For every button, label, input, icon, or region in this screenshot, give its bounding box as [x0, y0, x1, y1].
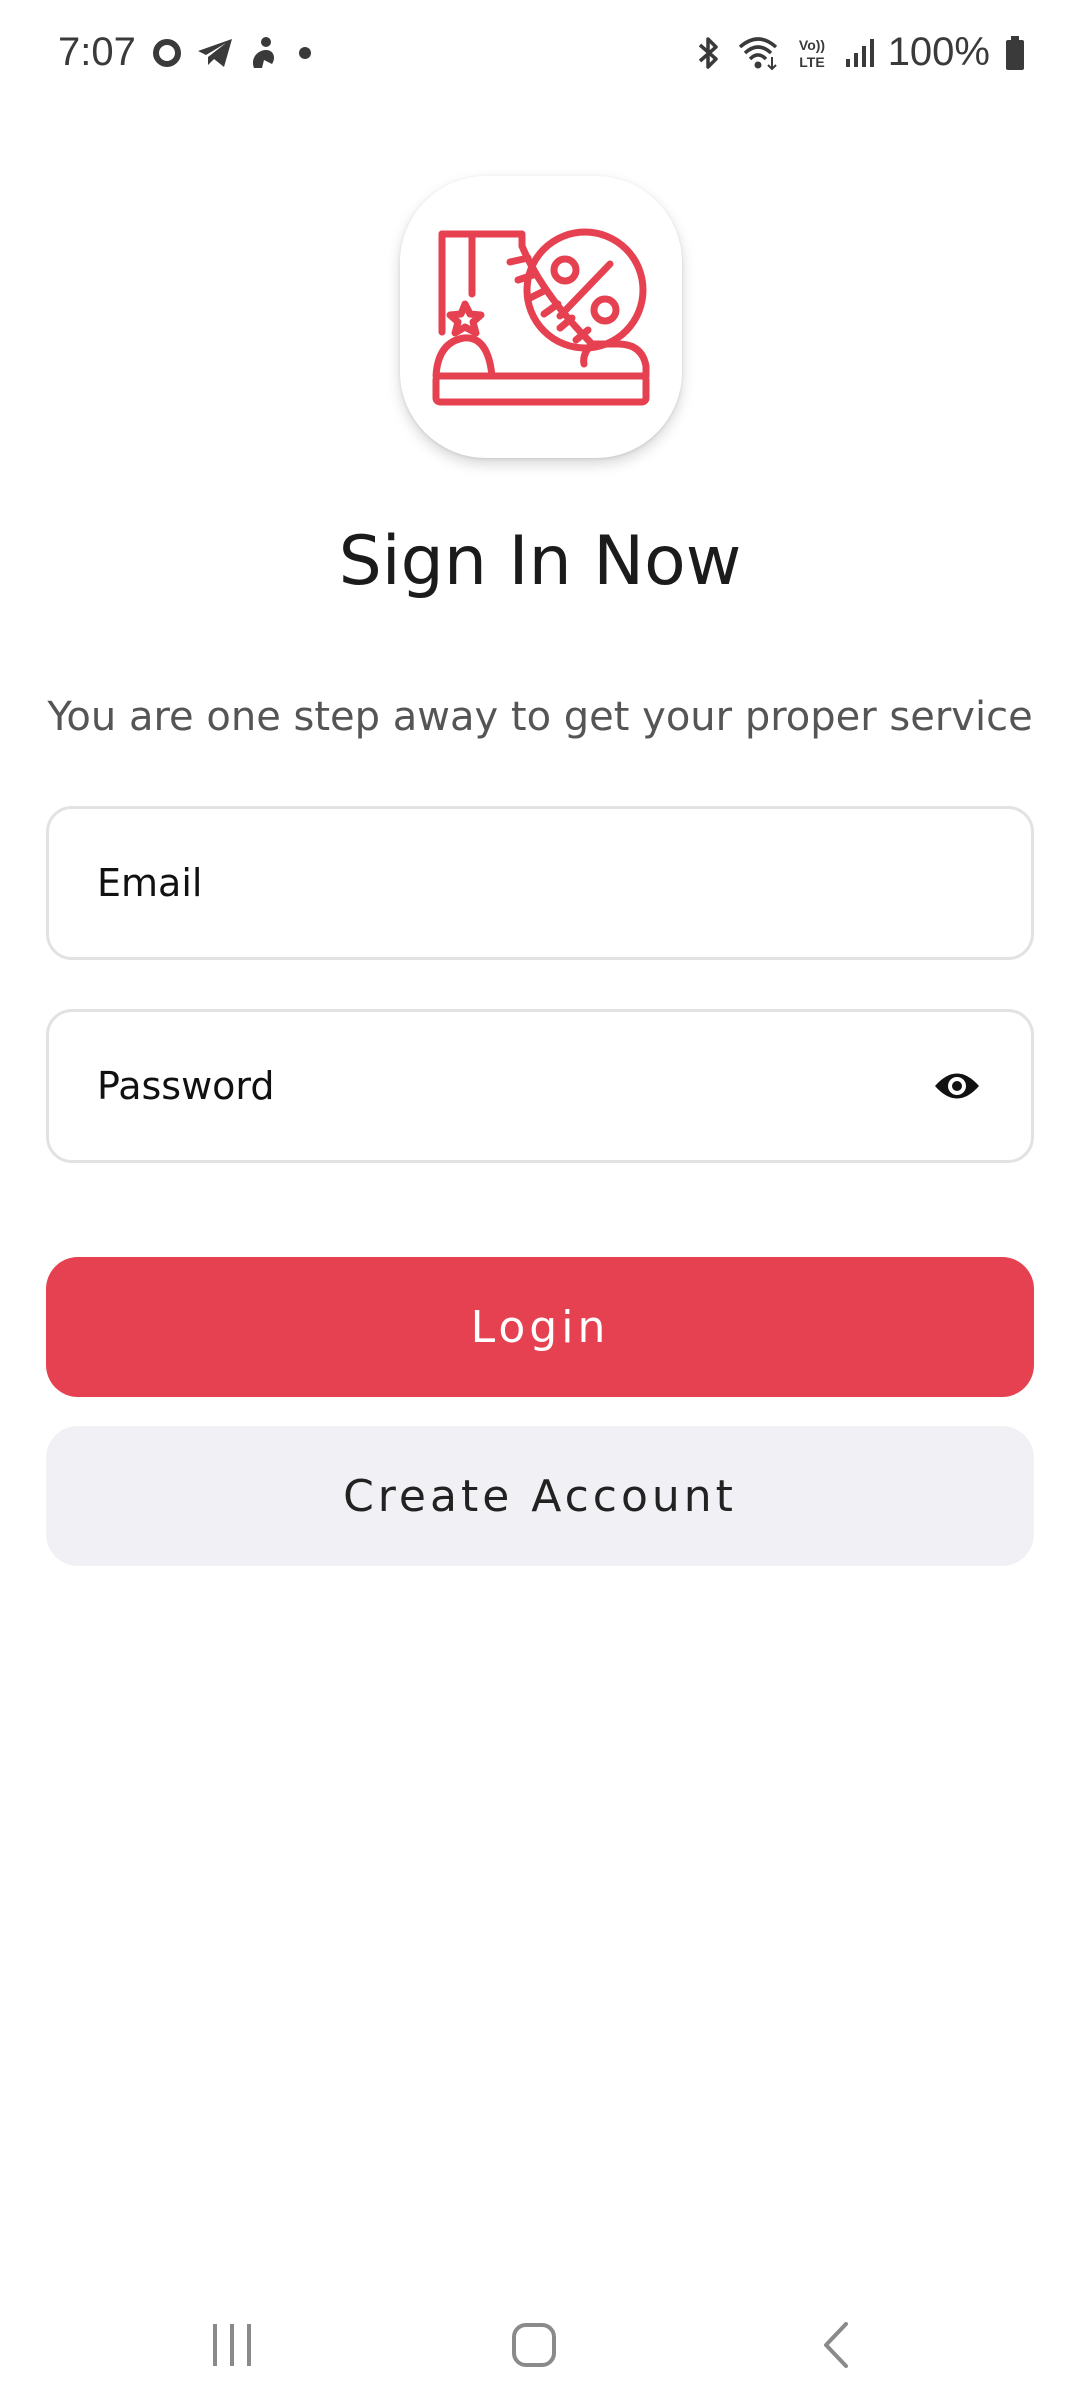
back-icon[interactable]: [796, 2310, 876, 2380]
email-input[interactable]: [97, 809, 917, 957]
volte-icon: Vo)) LTE: [794, 35, 830, 71]
sneaker-discount-icon: [432, 224, 650, 410]
app-logo: [400, 176, 682, 458]
page-title: Sign In Now: [338, 522, 742, 601]
notification-icon: [248, 36, 278, 70]
bluetooth-icon: [694, 35, 724, 71]
login-button[interactable]: Login: [46, 1257, 1034, 1397]
create-account-button-label: Create Account: [343, 1470, 737, 1522]
dot-icon: [292, 40, 318, 66]
status-time: 7:07: [58, 30, 136, 74]
eye-icon[interactable]: [929, 1058, 985, 1114]
svg-text:Vo)): Vo)): [799, 37, 825, 53]
password-field[interactable]: [46, 1009, 1034, 1163]
password-input[interactable]: [97, 1012, 917, 1160]
vodafone-icon: [152, 38, 182, 68]
status-right-icons: Vo)) LTE 100%: [694, 30, 1026, 75]
email-field[interactable]: [46, 806, 1034, 960]
create-account-button[interactable]: Create Account: [46, 1426, 1034, 1566]
page-subtitle: You are one step away to get your proper…: [47, 694, 1033, 740]
signal-icon: [844, 37, 874, 69]
status-left-icons: [152, 36, 318, 70]
svg-text:LTE: LTE: [799, 54, 824, 70]
recents-icon[interactable]: [192, 2310, 272, 2380]
wifi-icon: [738, 35, 780, 71]
system-nav-bar: [0, 2290, 1080, 2400]
telegram-icon: [196, 37, 234, 69]
login-button-label: Login: [470, 1301, 610, 1353]
status-bar: 7:07 Vo)) LTE 100%: [0, 0, 1080, 116]
battery-icon: [1004, 35, 1026, 71]
home-icon[interactable]: [494, 2310, 574, 2380]
battery-percent: 100%: [887, 30, 990, 74]
